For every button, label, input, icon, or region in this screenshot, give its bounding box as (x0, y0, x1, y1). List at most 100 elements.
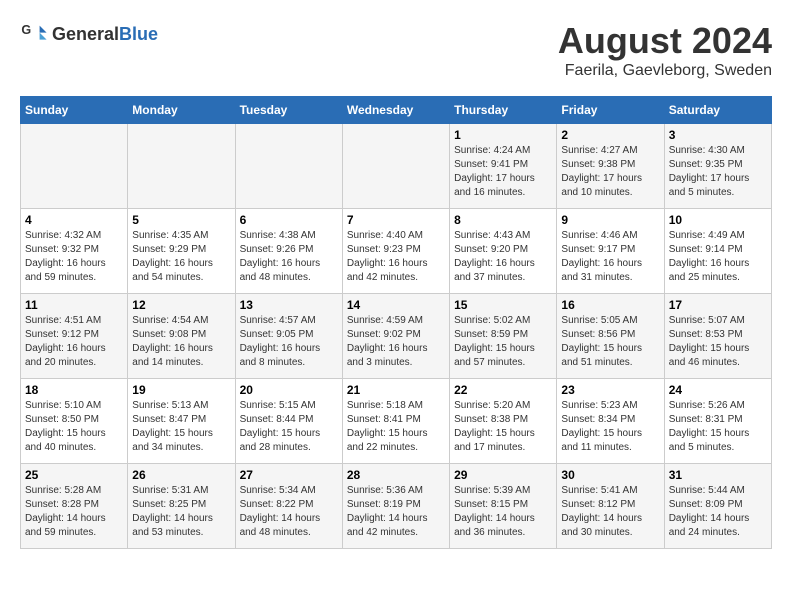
table-row: 2 Sunrise: 4:27 AM Sunset: 9:38 PM Daylig… (557, 124, 664, 209)
day-number: 9 (561, 213, 659, 227)
svg-text:G: G (21, 23, 31, 37)
day-number: 29 (454, 468, 552, 482)
calendar-week-2: 11Sunrise: 4:51 AM Sunset: 9:12 PM Dayli… (21, 294, 772, 379)
day-info: Sunrise: 4:40 AM Sunset: 9:23 PM Dayligh… (347, 229, 445, 285)
day-number: 15 (454, 298, 552, 312)
header-saturday: Saturday (664, 97, 771, 124)
table-row: 10Sunrise: 4:49 AM Sunset: 9:14 PM Dayli… (664, 209, 771, 294)
day-info: Sunrise: 5:18 AM Sunset: 8:41 PM Dayligh… (347, 399, 445, 455)
day-info: Sunrise: 5:39 AM Sunset: 8:15 PM Dayligh… (454, 484, 552, 540)
table-row: 8 Sunrise: 4:43 AM Sunset: 9:20 PM Daylig… (450, 209, 557, 294)
table-row: 19 Sunrise: 5:13 AM Sunset: 8:47 PM Dayli… (128, 379, 235, 464)
calendar-table: Sunday Monday Tuesday Wednesday Thursday… (20, 96, 772, 549)
day-number: 2 (561, 128, 659, 142)
header-thursday: Thursday (450, 97, 557, 124)
day-info: Sunrise: 5:07 AM Sunset: 8:53 PM Dayligh… (669, 314, 767, 370)
table-row: 14 Sunrise: 4:59 AM Sunset: 9:02 PM Dayli… (342, 294, 449, 379)
logo: G GeneralBlue (20, 20, 158, 48)
day-number: 12 (132, 298, 230, 312)
table-row (235, 124, 342, 209)
day-info: Sunrise: 4:46 AM Sunset: 9:17 PM Dayligh… (561, 229, 659, 285)
day-info: Sunrise: 5:26 AM Sunset: 8:31 PM Dayligh… (669, 399, 767, 455)
table-row: 5 Sunrise: 4:35 AM Sunset: 9:29 PM Daylig… (128, 209, 235, 294)
table-row (21, 124, 128, 209)
table-row: 1Sunrise: 4:24 AM Sunset: 9:41 PM Daylig… (450, 124, 557, 209)
month-year: August 2024 (558, 20, 772, 62)
logo-general: General (52, 24, 119, 44)
table-row (128, 124, 235, 209)
header-sunday: Sunday (21, 97, 128, 124)
day-number: 22 (454, 383, 552, 397)
day-number: 17 (669, 298, 767, 312)
day-info: Sunrise: 5:41 AM Sunset: 8:12 PM Dayligh… (561, 484, 659, 540)
calendar-week-3: 18Sunrise: 5:10 AM Sunset: 8:50 PM Dayli… (21, 379, 772, 464)
title-block: August 2024 Faerila, Gaevleborg, Sweden (558, 20, 772, 80)
day-info: Sunrise: 4:57 AM Sunset: 9:05 PM Dayligh… (240, 314, 338, 370)
table-row (342, 124, 449, 209)
table-row: 27 Sunrise: 5:34 AM Sunset: 8:22 PM Dayli… (235, 464, 342, 549)
calendar-header: Sunday Monday Tuesday Wednesday Thursday… (21, 97, 772, 124)
day-info: Sunrise: 4:43 AM Sunset: 9:20 PM Dayligh… (454, 229, 552, 285)
day-number: 14 (347, 298, 445, 312)
table-row: 7 Sunrise: 4:40 AM Sunset: 9:23 PM Daylig… (342, 209, 449, 294)
day-info: Sunrise: 4:24 AM Sunset: 9:41 PM Dayligh… (454, 144, 552, 200)
header-monday: Monday (128, 97, 235, 124)
table-row: 26 Sunrise: 5:31 AM Sunset: 8:25 PM Dayli… (128, 464, 235, 549)
day-number: 24 (669, 383, 767, 397)
day-number: 13 (240, 298, 338, 312)
day-number: 8 (454, 213, 552, 227)
day-info: Sunrise: 5:10 AM Sunset: 8:50 PM Dayligh… (25, 399, 123, 455)
day-number: 7 (347, 213, 445, 227)
day-info: Sunrise: 4:27 AM Sunset: 9:38 PM Dayligh… (561, 144, 659, 200)
day-info: Sunrise: 5:20 AM Sunset: 8:38 PM Dayligh… (454, 399, 552, 455)
day-info: Sunrise: 5:13 AM Sunset: 8:47 PM Dayligh… (132, 399, 230, 455)
day-info: Sunrise: 5:15 AM Sunset: 8:44 PM Dayligh… (240, 399, 338, 455)
day-number: 4 (25, 213, 123, 227)
table-row: 17 Sunrise: 5:07 AM Sunset: 8:53 PM Dayli… (664, 294, 771, 379)
table-row: 20 Sunrise: 5:15 AM Sunset: 8:44 PM Dayli… (235, 379, 342, 464)
day-number: 16 (561, 298, 659, 312)
day-info: Sunrise: 5:31 AM Sunset: 8:25 PM Dayligh… (132, 484, 230, 540)
day-number: 25 (25, 468, 123, 482)
day-info: Sunrise: 5:05 AM Sunset: 8:56 PM Dayligh… (561, 314, 659, 370)
table-row: 6Sunrise: 4:38 AM Sunset: 9:26 PM Daylig… (235, 209, 342, 294)
table-row: 18Sunrise: 5:10 AM Sunset: 8:50 PM Dayli… (21, 379, 128, 464)
day-number: 20 (240, 383, 338, 397)
table-row: 29 Sunrise: 5:39 AM Sunset: 8:15 PM Dayli… (450, 464, 557, 549)
day-info: Sunrise: 4:59 AM Sunset: 9:02 PM Dayligh… (347, 314, 445, 370)
day-number: 21 (347, 383, 445, 397)
day-info: Sunrise: 5:44 AM Sunset: 8:09 PM Dayligh… (669, 484, 767, 540)
header-wednesday: Wednesday (342, 97, 449, 124)
table-row: 24 Sunrise: 5:26 AM Sunset: 8:31 PM Dayli… (664, 379, 771, 464)
day-info: Sunrise: 5:02 AM Sunset: 8:59 PM Dayligh… (454, 314, 552, 370)
logo-blue: Blue (119, 24, 158, 44)
table-row: 12 Sunrise: 4:54 AM Sunset: 9:08 PM Dayli… (128, 294, 235, 379)
day-number: 6 (240, 213, 338, 227)
table-row: 4Sunrise: 4:32 AM Sunset: 9:32 PM Daylig… (21, 209, 128, 294)
day-number: 23 (561, 383, 659, 397)
table-row: 21 Sunrise: 5:18 AM Sunset: 8:41 PM Dayli… (342, 379, 449, 464)
table-row: 16 Sunrise: 5:05 AM Sunset: 8:56 PM Dayli… (557, 294, 664, 379)
day-info: Sunrise: 5:36 AM Sunset: 8:19 PM Dayligh… (347, 484, 445, 540)
day-number: 5 (132, 213, 230, 227)
calendar-week-0: 1Sunrise: 4:24 AM Sunset: 9:41 PM Daylig… (21, 124, 772, 209)
day-number: 19 (132, 383, 230, 397)
table-row: 22 Sunrise: 5:20 AM Sunset: 8:38 PM Dayli… (450, 379, 557, 464)
day-number: 27 (240, 468, 338, 482)
table-row: 9 Sunrise: 4:46 AM Sunset: 9:17 PM Daylig… (557, 209, 664, 294)
table-row: 13 Sunrise: 4:57 AM Sunset: 9:05 PM Dayli… (235, 294, 342, 379)
day-info: Sunrise: 4:30 AM Sunset: 9:35 PM Dayligh… (669, 144, 767, 200)
day-info: Sunrise: 5:23 AM Sunset: 8:34 PM Dayligh… (561, 399, 659, 455)
day-info: Sunrise: 4:54 AM Sunset: 9:08 PM Dayligh… (132, 314, 230, 370)
table-row: 25Sunrise: 5:28 AM Sunset: 8:28 PM Dayli… (21, 464, 128, 549)
header-tuesday: Tuesday (235, 97, 342, 124)
day-number: 26 (132, 468, 230, 482)
table-row: 31Sunrise: 5:44 AM Sunset: 8:09 PM Dayli… (664, 464, 771, 549)
location: Faerila, Gaevleborg, Sweden (558, 62, 772, 80)
day-info: Sunrise: 4:51 AM Sunset: 9:12 PM Dayligh… (25, 314, 123, 370)
logo-icon: G (20, 20, 48, 48)
day-info: Sunrise: 4:35 AM Sunset: 9:29 PM Dayligh… (132, 229, 230, 285)
table-row: 23 Sunrise: 5:23 AM Sunset: 8:34 PM Dayli… (557, 379, 664, 464)
day-info: Sunrise: 5:34 AM Sunset: 8:22 PM Dayligh… (240, 484, 338, 540)
table-row: 3Sunrise: 4:30 AM Sunset: 9:35 PM Daylig… (664, 124, 771, 209)
